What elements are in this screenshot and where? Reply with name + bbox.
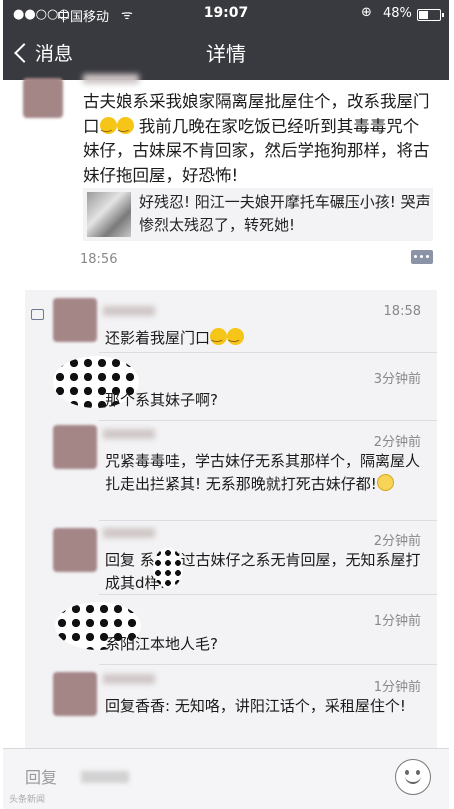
comment-text: 咒紧毒毒哇，学古妹仔无系其那样个，隔离屋人扎走出拦紧其! 无系那晚就打死古妹仔都…: [105, 450, 423, 496]
laughing-emoji-icon: [116, 113, 134, 137]
author-name-redacted[interactable]: [103, 306, 155, 316]
comment-text: 系阳江本地人毛?: [105, 635, 218, 653]
laughing-emoji-icon: [99, 113, 117, 137]
avatar[interactable]: [53, 425, 97, 469]
avatar[interactable]: [23, 78, 63, 118]
comment-icon: [31, 309, 44, 320]
nav-bar: 消息 详情: [3, 28, 449, 80]
divider: [99, 520, 437, 521]
post-time: 18:56: [80, 252, 118, 267]
sad-emoji-icon: [376, 474, 394, 491]
avatar[interactable]: [53, 298, 97, 342]
author-name-redacted[interactable]: [103, 429, 155, 439]
laughing-emoji-icon: [210, 324, 228, 347]
comment-time: 3分钟前: [373, 372, 421, 387]
comment-time: 18:58: [383, 304, 421, 319]
comment-text: 回复香香: 无知咯，讲阳江话个，采租屋住个!: [105, 697, 406, 715]
author-name-redacted[interactable]: [103, 528, 155, 538]
divider: [99, 594, 437, 595]
comment-time: 2分钟前: [373, 435, 421, 450]
more-options-icon[interactable]: [411, 250, 433, 264]
status-bar: ●●○○○ 中国移动 ᯤ 19:07 ⊕ 48%: [3, 0, 449, 28]
header: ●●○○○ 中国移动 ᯤ 19:07 ⊕ 48% 消息 详情: [3, 0, 449, 80]
comment-section: 18:58 还影着我屋门口 3分钟前 那个系其妹子啊? 2分钟前 咒紧毒毒哇，学…: [25, 290, 437, 748]
comment-text: 还影着我屋门口: [105, 324, 423, 350]
moment-post: 古夫娘系采我娘家隔离屋批屋住个，改系我屋门口 我前几晚在家吃饭已经听到其毒毒咒个…: [3, 74, 449, 280]
redacted-name-sticker: [153, 548, 183, 588]
author-name-redacted[interactable]: [103, 674, 155, 684]
reply-input[interactable]: 回复: [25, 763, 365, 793]
comment-text-body: 还影着我屋门口: [105, 329, 211, 347]
link-thumbnail: [87, 192, 131, 237]
comment-time: 1分钟前: [373, 614, 421, 629]
battery-percent: 48%: [383, 6, 412, 21]
battery-icon: [417, 9, 444, 21]
rotation-lock-icon: ⊕: [361, 5, 372, 20]
post-text: 古夫娘系采我娘家隔离屋批屋住个，改系我屋门口 我前几晚在家吃饭已经听到其毒毒咒个…: [83, 90, 433, 188]
shared-link-card[interactable]: 好残忍! 阳江一夫娘开摩托车碾压小孩! 哭声惨烈太残忍了，转死她!: [83, 188, 433, 241]
divider: [99, 352, 437, 353]
post-text-part-2: 我前几晚在家吃饭已经听到其毒毒咒个妹仔，古妹屎不肯回家，然后学拖狗那样，将古妹仔…: [83, 116, 430, 185]
reply-input-bar: 回复: [3, 748, 449, 809]
comment-time: 1分钟前: [373, 680, 421, 695]
avatar[interactable]: [53, 528, 97, 572]
comment-time: 2分钟前: [373, 534, 421, 549]
divider: [99, 420, 437, 421]
comment-text-body: 咒紧毒毒哇，学古妹仔无系其那样个，隔离屋人扎走出拦紧其! 无系那晚就打死古妹仔都…: [105, 452, 421, 493]
reply-target-redacted: [81, 771, 129, 783]
author-name-redacted[interactable]: [83, 74, 139, 84]
phone-screen: ●●○○○ 中国移动 ᯤ 19:07 ⊕ 48% 消息 详情 古夫娘系采我娘家隔…: [3, 0, 449, 809]
laughing-emoji-icon: [227, 324, 245, 347]
divider: [99, 664, 437, 665]
watermark: 头条新闻: [9, 795, 46, 805]
page-title: 详情: [206, 42, 246, 66]
link-title: 好残忍! 阳江一夫娘开摩托车碾压小孩! 哭声惨烈太残忍了，转死她!: [139, 193, 431, 234]
emoji-icon[interactable]: [395, 759, 431, 795]
comment-text: 那个系其妹子啊?: [105, 391, 218, 409]
avatar[interactable]: [53, 672, 97, 716]
